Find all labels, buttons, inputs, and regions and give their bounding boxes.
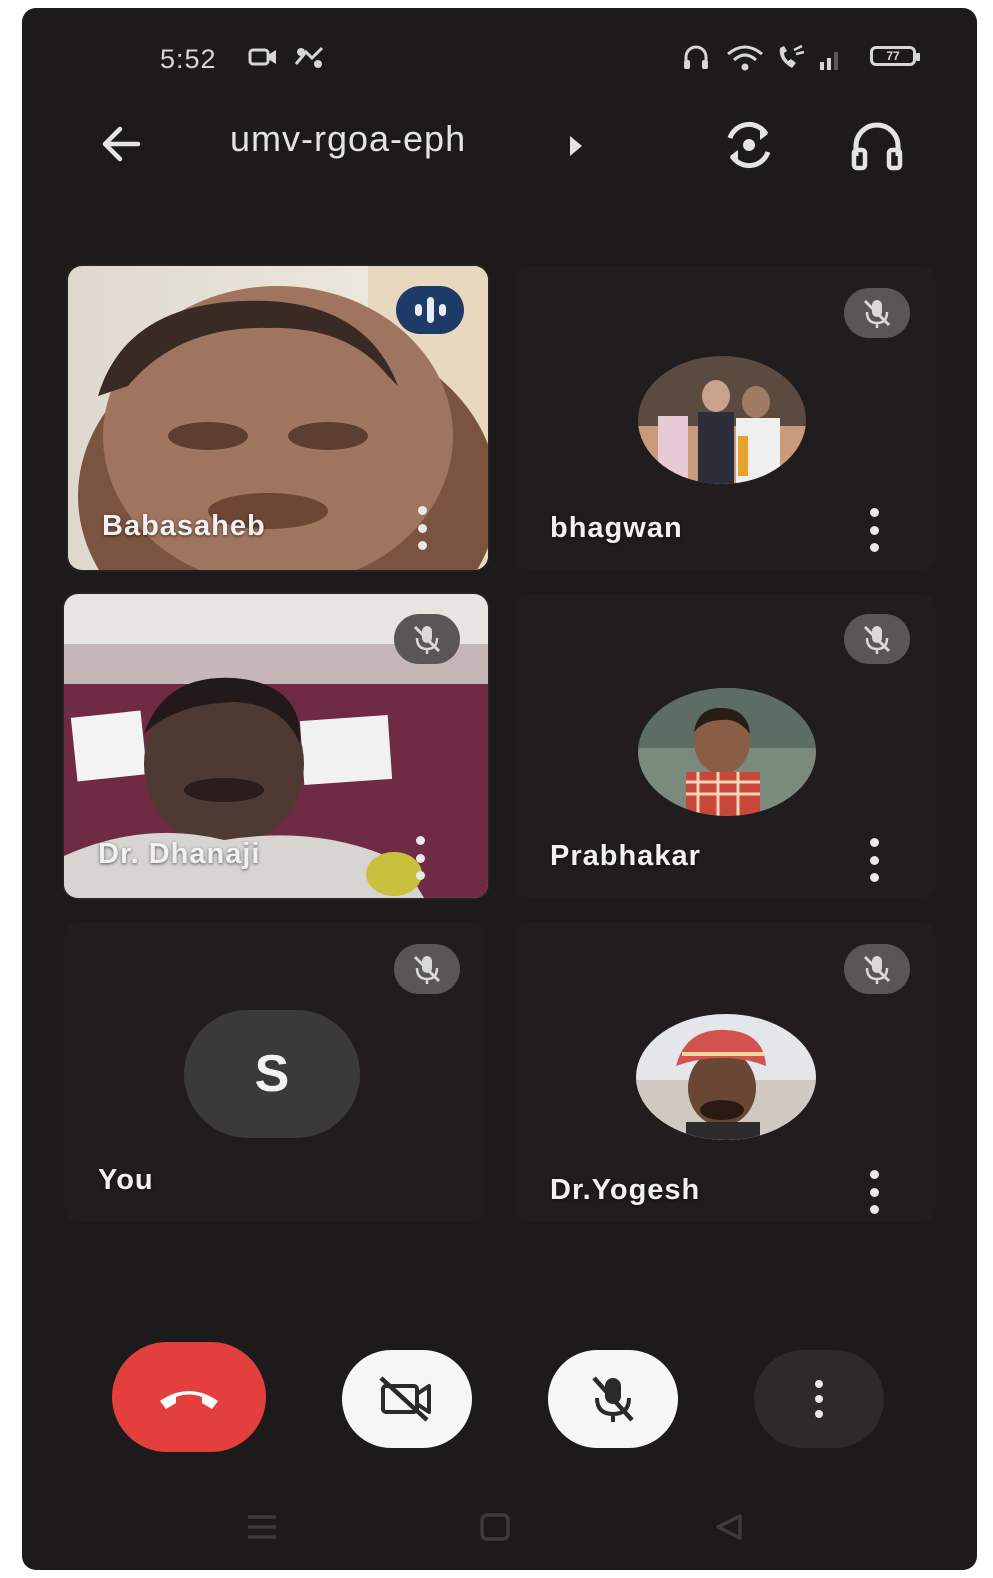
participant-name: Babasaheb (102, 510, 266, 542)
participant-avatar (638, 688, 816, 816)
participant-name: Dr. Dhanaji (98, 838, 261, 870)
participant-name: Dr.Yogesh (550, 1174, 701, 1206)
camera-icon (248, 48, 276, 66)
camera-toggle-button[interactable] (342, 1350, 472, 1448)
participant-tile-dr-dhanaji[interactable]: Dr. Dhanaji (64, 594, 488, 898)
more-options-icon[interactable] (864, 508, 884, 552)
sync-icon (294, 46, 324, 68)
headset-icon (684, 45, 708, 69)
more-options-icon[interactable] (412, 506, 432, 550)
meeting-code[interactable]: umv-rgoa-eph (230, 118, 466, 160)
battery-icon: 77 (870, 46, 920, 66)
back-nav-icon[interactable] (712, 1512, 746, 1542)
more-vertical-icon (812, 1380, 826, 1418)
mic-off-icon (592, 1376, 634, 1422)
call-icon (779, 44, 805, 68)
video-off-icon (379, 1376, 431, 1422)
more-options-icon[interactable] (864, 1170, 884, 1214)
mic-off-icon (844, 944, 910, 994)
arrow-left-icon[interactable] (94, 116, 150, 172)
mic-off-icon (844, 614, 910, 664)
battery-level: 77 (886, 49, 900, 63)
more-options-icon[interactable] (864, 838, 884, 882)
home-icon[interactable] (478, 1512, 512, 1542)
more-options-icon[interactable] (410, 836, 430, 880)
mic-toggle-button[interactable] (548, 1350, 678, 1448)
participant-tile-prabhakar[interactable]: Prabhakar (516, 594, 936, 898)
mic-off-icon (844, 288, 910, 338)
participant-tile-dr-yogesh[interactable]: Dr.Yogesh (516, 922, 936, 1222)
mic-off-icon (394, 944, 460, 994)
participant-tile-babasaheb[interactable]: Babasaheb (68, 266, 488, 570)
status-bar: 5:52 77 (22, 8, 977, 98)
signal-icon (820, 52, 838, 70)
speaking-indicator-icon (396, 286, 464, 334)
participant-avatar (638, 356, 806, 484)
switch-camera-icon[interactable] (720, 116, 778, 174)
more-options-button[interactable] (754, 1350, 884, 1448)
meeting-header: umv-rgoa-eph (22, 98, 977, 198)
menu-icon[interactable] (244, 1512, 280, 1542)
caret-right-icon[interactable] (570, 136, 582, 156)
mic-off-icon (394, 614, 460, 664)
participant-name: Prabhakar (550, 840, 701, 872)
participant-avatar (636, 1014, 816, 1140)
end-call-icon (160, 1391, 218, 1409)
participant-tile-bhagwan[interactable]: bhagwan (516, 266, 936, 570)
status-time: 5:52 (160, 44, 217, 74)
wifi-icon (727, 45, 763, 71)
participant-initial-avatar: S (184, 1010, 360, 1138)
headphones-icon[interactable] (848, 116, 906, 174)
phone-screen: 5:52 77 umv-rgoa-eph Babasaheb bhagwan D… (22, 8, 977, 1570)
system-nav-bar (22, 1498, 977, 1558)
participant-name: You (98, 1164, 154, 1196)
end-call-button[interactable] (112, 1342, 266, 1452)
participant-tile-you[interactable]: S You (64, 922, 484, 1222)
participant-name: bhagwan (550, 512, 683, 544)
